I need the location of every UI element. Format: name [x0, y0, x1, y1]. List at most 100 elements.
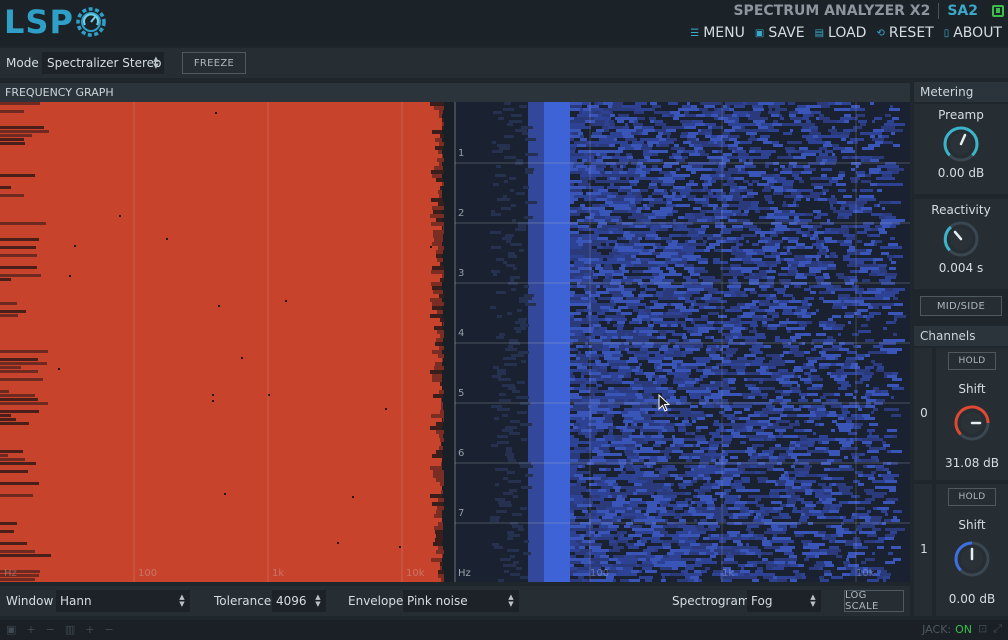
channels-title: Channels [914, 326, 1008, 346]
row-label: 2 [458, 208, 464, 219]
row-label: 4 [458, 328, 464, 339]
channel-1-shift-knob[interactable] [953, 540, 991, 578]
plugin-short-name: SA2 [947, 3, 978, 19]
load-button[interactable]: ▤ LOAD [815, 24, 867, 42]
frequency-tick-label: Hz [458, 568, 471, 579]
plugin-title: SPECTRUM ANALYZER X2 [733, 3, 931, 19]
spin-arrows-icon: ▲ ▼ [315, 593, 321, 608]
left-spectrogram [0, 102, 455, 582]
channel-0-shift-label: Shift [958, 382, 986, 396]
tolerance-label: Tolerance [214, 594, 272, 608]
tolerance-select[interactable]: 4096 ▲ ▼ [272, 590, 326, 612]
channels-section: Channels [914, 326, 1008, 346]
envelope-select[interactable]: Pink noise ▲ ▼ [403, 590, 519, 612]
mid-side-button[interactable]: MID/SIDE [920, 296, 1002, 316]
channel-1-shift-label: Shift [958, 518, 986, 532]
frequency-tick-label: 100 [138, 568, 157, 579]
reactivity-knob[interactable] [942, 220, 980, 258]
channel-1-number: 1 [920, 542, 928, 556]
title-divider [938, 3, 940, 19]
channel-1-shift-value: 0.00 dB [948, 592, 996, 606]
save-icon: ▣ [754, 27, 765, 39]
status-bar: ▣ + − ▥ + − JACK: ON ⊡ ⤢ [0, 620, 1008, 640]
jack-state: ON [955, 623, 972, 636]
mode-label: Mode [6, 56, 39, 70]
jack-status: JACK: ON [922, 623, 972, 636]
tolerance-select-value: 4096 [276, 594, 307, 608]
channel-0-number: 0 [920, 406, 928, 420]
metering-title: Metering [914, 82, 1008, 102]
right-spectrogram [455, 102, 910, 582]
remove-icon[interactable]: − [46, 623, 55, 636]
metering-section: Metering Preamp 0.00 dB Reactivity 0.004… [914, 82, 1008, 316]
channel-1-index: 1 [914, 484, 932, 616]
status-right-icons: ⊡ ⤢ [978, 622, 1002, 636]
spectrogram-label: Spectrogram [672, 594, 750, 608]
channel-0-block: HOLD Shift 31.08 dB [936, 348, 1008, 480]
window-icon[interactable]: ▣ [6, 623, 16, 636]
header: LSP SPECTRUM ANALYZER X2 SA2 ☰ MENU ▣ SA… [0, 0, 1008, 46]
reset-icon: ⟲ [876, 27, 885, 39]
frequency-tick-label: Hz [4, 568, 17, 579]
about-button[interactable]: ▯ ABOUT [944, 24, 1002, 42]
about-icon: ▯ [943, 27, 950, 39]
logo-text: LSP [4, 3, 74, 41]
mode-select-value: Spectralizer Stereo [47, 56, 162, 70]
row-label: 5 [458, 388, 464, 399]
preamp-knob[interactable] [942, 125, 980, 163]
preamp-value: 0.00 dB [937, 166, 985, 180]
load-icon: ▤ [814, 27, 825, 39]
channel-0-hold-button[interactable]: HOLD [948, 352, 996, 370]
menu-button[interactable]: ☰ MENU [690, 24, 745, 42]
layout-icon[interactable]: ▥ [65, 623, 75, 636]
about-button-label: ABOUT [953, 25, 1002, 41]
row-label: 6 [458, 448, 464, 459]
reset-button[interactable]: ⟲ RESET [876, 24, 933, 42]
bottom-controls: Window Hann ▲ ▼ Tolerance 4096 ▲ ▼ Envelop… [0, 586, 910, 616]
menu-icon: ☰ [690, 27, 700, 39]
toolbar: Mode Spectralizer Stereo ▲ ▼ FREEZE [0, 48, 1008, 78]
resize-icon[interactable]: ⊡ [978, 622, 987, 636]
menu-button-label: MENU [703, 25, 745, 41]
frequency-tick-label: 1k [722, 568, 734, 579]
channel-0-shift-knob[interactable] [953, 404, 991, 442]
spin-arrows-icon: ▲ ▼ [810, 593, 816, 608]
spectrogram-select-value: Fog [751, 594, 773, 608]
window-select-value: Hann [60, 594, 92, 608]
zoom-out-icon[interactable]: − [104, 623, 113, 636]
frequency-tick-label: 10k [406, 568, 425, 579]
log-scale-button[interactable]: LOG SCALE [844, 590, 904, 612]
window-label: Window [6, 594, 54, 608]
reactivity-label: Reactivity [931, 203, 991, 217]
spin-arrows-icon: ▲ ▼ [153, 55, 159, 70]
logo-gear-icon [76, 7, 106, 37]
row-label: 1 [458, 148, 464, 159]
frequency-tick-label: 10k [856, 568, 875, 579]
menu-bar: ☰ MENU ▣ SAVE ▤ LOAD ⟲ RESET ▯ ABOUT [690, 24, 1002, 42]
channel-1-hold-button[interactable]: HOLD [948, 488, 996, 506]
reactivity-value: 0.004 s [938, 261, 984, 275]
row-label: 7 [458, 508, 464, 519]
status-icons: ▣ + − ▥ + − [6, 623, 114, 636]
freeze-button[interactable]: FREEZE [182, 52, 246, 74]
save-button[interactable]: ▣ SAVE [755, 24, 805, 42]
reactivity-block: Reactivity 0.004 s [914, 199, 1008, 289]
frequency-tick-label: 100 [590, 568, 609, 579]
spectrogram-select[interactable]: Fog ▲ ▼ [747, 590, 821, 612]
bypass-led-icon[interactable] [992, 5, 1004, 17]
window-select[interactable]: Hann ▲ ▼ [56, 590, 190, 612]
add-icon[interactable]: + [26, 623, 35, 636]
mode-select[interactable]: Spectralizer Stereo ▲ ▼ [42, 52, 164, 74]
right-panel: Metering Preamp 0.00 dB Reactivity 0.004… [914, 82, 1008, 618]
fullscreen-icon[interactable]: ⤢ [993, 622, 1002, 636]
zoom-in-icon[interactable]: + [85, 623, 94, 636]
envelope-label: Envelope [348, 594, 404, 608]
spin-arrows-icon: ▲ ▼ [508, 593, 514, 608]
mouse-cursor-icon [658, 394, 671, 412]
plugin-title-bar: SPECTRUM ANALYZER X2 SA2 [733, 2, 1004, 20]
spectrogram-canvas: 1 2 3 4 5 6 7 Hz 100 1k 10k Hz 100 1k 10k [0, 102, 910, 582]
spin-arrows-icon: ▲ ▼ [179, 593, 185, 608]
frequency-graph[interactable]: 1 2 3 4 5 6 7 Hz 100 1k 10k Hz 100 1k 10k [0, 102, 910, 582]
envelope-select-value: Pink noise [407, 594, 468, 608]
frequency-graph-header: FREQUENCY GRAPH [0, 83, 910, 102]
